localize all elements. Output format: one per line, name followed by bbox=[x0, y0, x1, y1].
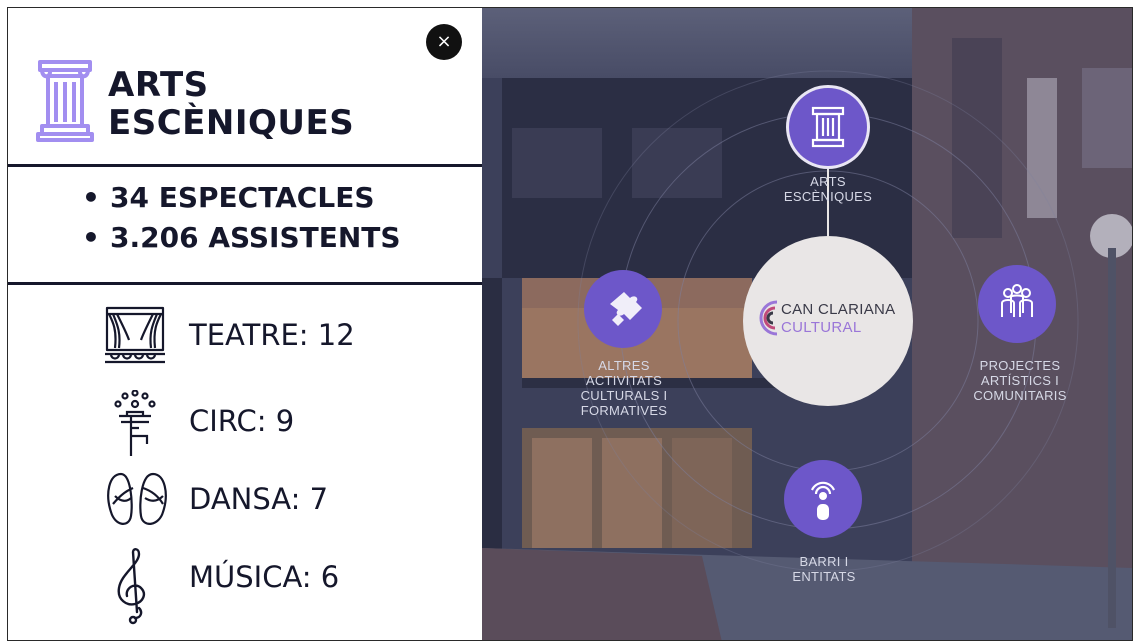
puzzle-icon bbox=[610, 292, 642, 326]
category-label: MÚSICA: 6 bbox=[189, 560, 340, 594]
stat-item: • 3.206 ASSISTENTS bbox=[82, 218, 482, 258]
divider bbox=[8, 282, 482, 285]
bullet: • bbox=[82, 221, 100, 254]
node-barri-entitats[interactable] bbox=[784, 460, 862, 538]
circus-juggler-icon bbox=[114, 390, 156, 456]
node-projectes-artistics[interactable] bbox=[978, 265, 1056, 343]
label-line: CULTURALS I bbox=[580, 388, 668, 403]
category-label: TEATRE: 12 bbox=[189, 318, 355, 352]
title-line-1: ARTS bbox=[108, 65, 209, 105]
stat-attendees: 3.206 ASSISTENTS bbox=[110, 221, 401, 254]
node-label-barri[interactable]: BARRI I ENTITATS bbox=[762, 554, 886, 584]
stats-list: • 34 ESPECTACLES • 3.206 ASSISTENTS bbox=[8, 178, 482, 258]
category-item-dansa: DANSA: 7 bbox=[103, 468, 463, 538]
label-line: ALTRES bbox=[598, 358, 650, 373]
node-label-arts[interactable]: ARTS ESCÈNIQUES bbox=[764, 174, 892, 204]
panel-header: ARTS ESCÈNIQUES bbox=[8, 8, 482, 166]
people-group-icon bbox=[1001, 284, 1033, 317]
category-item-circ: CIRC: 9 bbox=[103, 390, 463, 460]
theatre-stage-icon bbox=[105, 306, 165, 364]
category-item-musica: MÚSICA: 6 bbox=[103, 546, 463, 625]
label-line: ARTS bbox=[810, 174, 846, 189]
label-line: FORMATIVES bbox=[580, 403, 668, 418]
label-line: ARTÍSTICS I bbox=[980, 373, 1060, 388]
ballet-shoes-icon bbox=[107, 472, 167, 525]
node-label-altres[interactable]: ALTRES ACTIVITATS CULTURALS I FORMATIVES bbox=[562, 358, 686, 418]
node-altres-activitats[interactable] bbox=[584, 270, 662, 348]
label-line: BARRI I bbox=[799, 554, 849, 569]
info-panel: × ARTS ESCÈNIQUES • 34 ESPECTACLES • 3.2… bbox=[8, 8, 482, 640]
logo-text-line-2: CULTURAL bbox=[781, 319, 862, 336]
node-arts-esceniques[interactable] bbox=[789, 88, 867, 166]
divider bbox=[8, 164, 482, 167]
logo-mark-icon bbox=[759, 300, 778, 336]
label-line: COMUNITARIS bbox=[973, 388, 1067, 403]
category-label: CIRC: 9 bbox=[189, 404, 295, 438]
category-item-teatre: TEATRE: 12 bbox=[103, 304, 463, 374]
person-broadcast-icon bbox=[810, 481, 836, 520]
stat-item: • 34 ESPECTACLES bbox=[82, 178, 482, 218]
label-line: ACTIVITATS bbox=[585, 373, 663, 388]
can-clariana-logo[interactable]: CAN CLARIANA CULTURAL bbox=[743, 236, 913, 406]
pillar-icon bbox=[811, 106, 845, 148]
category-label: DANSA: 7 bbox=[189, 482, 329, 516]
treble-clef-icon bbox=[117, 548, 146, 625]
node-label-projectes[interactable]: PROJECTES ARTÍSTICS I COMUNITARIS bbox=[958, 358, 1082, 403]
bullet: • bbox=[82, 181, 100, 214]
label-line: PROJECTES bbox=[979, 358, 1061, 373]
stat-shows: 34 ESPECTACLES bbox=[110, 181, 375, 214]
pillar-icon bbox=[36, 60, 94, 142]
label-line: ENTITATS bbox=[792, 569, 856, 584]
page-title: ARTS ESCÈNIQUES bbox=[108, 66, 354, 142]
label-line: ESCÈNIQUES bbox=[783, 189, 873, 204]
background-scene: CAN CLARIANA CULTURAL ARTS ESCÈNIQUES AL… bbox=[482, 8, 1132, 640]
logo-text-line-1: CAN CLARIANA bbox=[781, 301, 896, 318]
modal-frame: × ARTS ESCÈNIQUES • 34 ESPECTACLES • 3.2… bbox=[7, 7, 1133, 641]
title-line-2: ESCÈNIQUES bbox=[108, 103, 355, 143]
